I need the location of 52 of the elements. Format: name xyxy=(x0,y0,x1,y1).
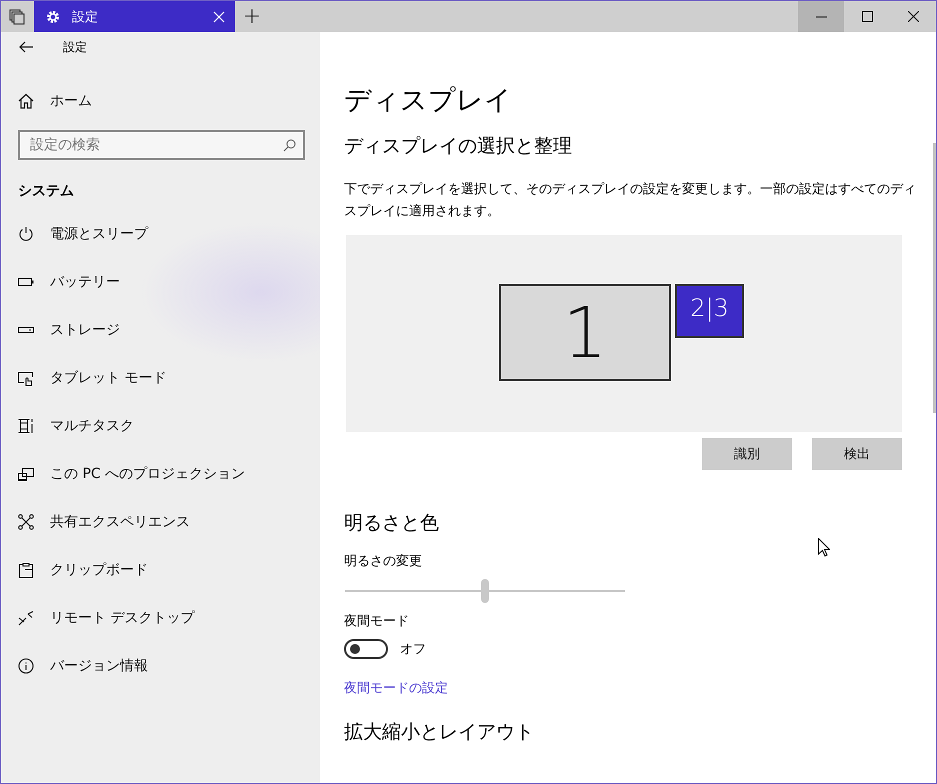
slider-thumb[interactable] xyxy=(481,579,489,603)
tab-title: 設定 xyxy=(72,8,99,26)
monitor-tile[interactable]: 2|3 xyxy=(675,284,744,338)
action-button[interactable]: 識別 xyxy=(702,438,792,470)
info-icon xyxy=(18,658,34,674)
home-icon xyxy=(18,93,34,109)
tabs-icon[interactable] xyxy=(9,9,25,25)
toggle-label: 夜間モード xyxy=(344,613,410,630)
sidebar-item[interactable]: 共有エクスペリエンス xyxy=(1,498,320,546)
sidebar-item[interactable]: ストレージ xyxy=(1,306,320,354)
section-heading: 拡大縮小とレイアウト xyxy=(344,720,535,745)
sidebar-item[interactable]: 電源とスリープ xyxy=(1,210,320,258)
remote-icon xyxy=(18,610,34,626)
night-mode-toggle[interactable] xyxy=(344,639,388,659)
search-icon xyxy=(283,139,296,152)
gear-icon xyxy=(46,10,60,24)
close-icon xyxy=(908,11,918,22)
sidebar-item[interactable]: バージョン情報 xyxy=(1,642,320,690)
mouse-cursor-icon xyxy=(818,538,830,557)
tablet-icon xyxy=(18,370,34,386)
settings-tab[interactable]: 設定 xyxy=(34,1,235,32)
minimize-icon xyxy=(816,16,826,18)
section-heading: ディスプレイの選択と整理 xyxy=(344,134,573,159)
page-title: ディスプレイ xyxy=(344,84,513,118)
slider-label: 明るさの変更 xyxy=(344,553,423,570)
multitask-icon xyxy=(18,418,34,434)
power-icon xyxy=(18,226,34,242)
maximize-icon xyxy=(862,11,872,22)
sidebar-header: 設定 xyxy=(63,38,87,56)
home-link[interactable]: ホーム xyxy=(1,80,320,122)
section-heading: システム xyxy=(17,182,75,201)
close-icon[interactable] xyxy=(213,10,225,22)
sidebar-item[interactable]: クリップボード xyxy=(1,546,320,594)
new-tab-button[interactable]: + xyxy=(235,1,269,32)
search-field[interactable]: 設定の検索 xyxy=(18,130,305,160)
action-button[interactable]: 検出 xyxy=(812,438,902,470)
monitor-tile[interactable]: 1 xyxy=(499,284,671,381)
sidebar-item[interactable]: リモート デスクトップ xyxy=(1,594,320,642)
description-text: 下でディスプレイを選択して、そのディスプレイの設定を変更します。一部の設定はすべてのディスプレイに適用されます。 xyxy=(344,181,916,221)
back-arrow-icon[interactable] xyxy=(19,41,33,53)
sidebar-item[interactable]: マルチタスク xyxy=(1,402,320,450)
night-mode-settings-link[interactable]: 夜間モードの設定 xyxy=(344,679,448,697)
brightness-slider[interactable] xyxy=(343,579,627,603)
scrollbar[interactable] xyxy=(933,143,936,413)
toggle-state: オフ xyxy=(400,641,426,658)
sidebar-item[interactable]: この PC へのプロジェクション xyxy=(1,450,320,498)
sidebar-item[interactable]: タブレット モード xyxy=(1,354,320,402)
section-heading: 明るさと色 xyxy=(344,511,440,536)
sidebar-item[interactable]: バッテリー xyxy=(1,258,320,306)
share-icon xyxy=(18,514,34,530)
projection-icon xyxy=(18,466,34,482)
clipboard-icon xyxy=(18,562,34,578)
